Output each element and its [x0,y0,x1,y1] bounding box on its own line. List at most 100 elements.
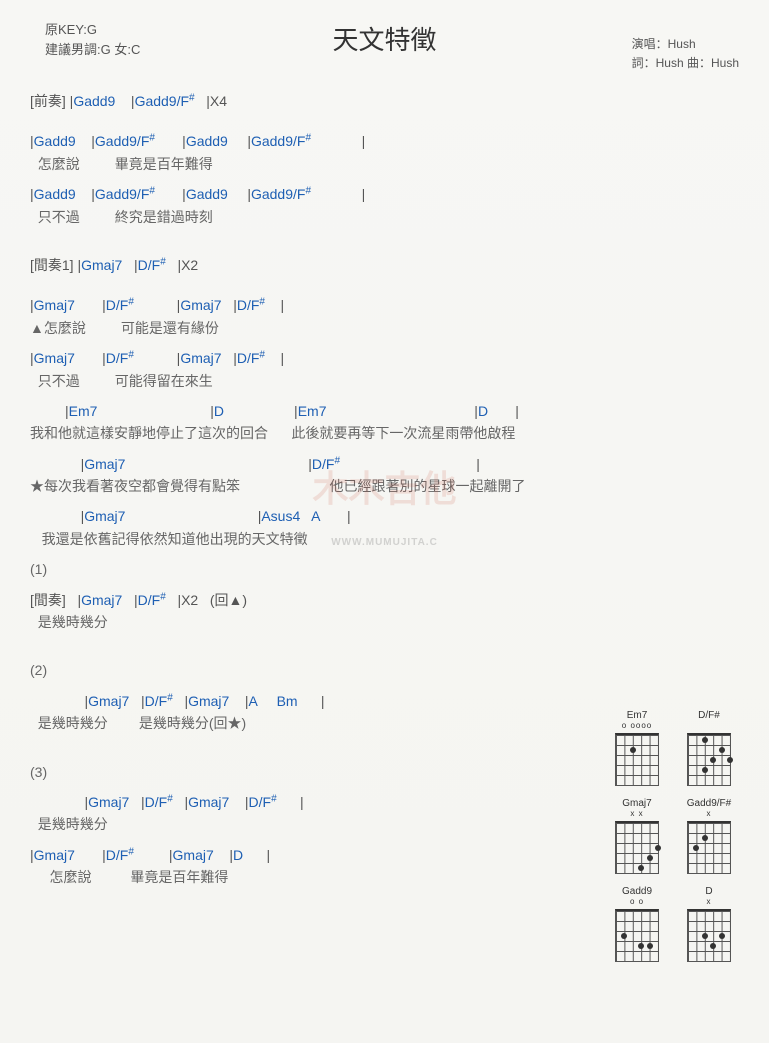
chord: Em7 [69,403,98,419]
spacer [30,276,739,294]
chord: D/F [249,794,272,810]
spacer-text [30,403,65,419]
spacer-text [173,794,185,810]
fret-dot [693,845,699,851]
chord: Gmaj7 [81,257,122,273]
original-key: 原KEY:G [45,20,140,40]
spacer-text [97,403,210,419]
chord-line: |Gmaj7 |D/F# |Gmaj7 |D/F# | [30,294,739,316]
spacer-text [173,693,185,709]
chord-diagram-name: D [679,886,739,897]
spacer [30,641,739,659]
spacer-text [134,350,177,366]
spacer-text [311,133,362,149]
chord: D [214,403,224,419]
chord-line: [間奏] |Gmaj7 |D/F# |X2 (回▲) [30,589,739,611]
spacer [30,236,739,254]
fretboard [687,821,731,874]
spacer-text [222,350,234,366]
spacer-text [326,403,474,419]
fret-dot [702,767,708,773]
spacer-text [155,186,182,202]
chord: D/F [106,297,129,313]
chord: Bm [277,693,298,709]
spacer-text [76,133,92,149]
chord: D/F [237,350,260,366]
chord-diagram: D/F# [679,710,739,786]
spacer-text [311,186,362,202]
spacer-text [75,350,102,366]
spacer-text [129,693,141,709]
spacer-text [30,508,81,524]
fret-dot [719,747,725,753]
chord-diagrams: Em7o ooooD/F# Gmaj7x x Gadd9/F# xGadd9o … [607,710,739,962]
chord-diagram: Gmaj7x x [607,798,667,874]
spacer-text [229,794,245,810]
barline: | [476,456,480,472]
fretboard [687,909,731,962]
lyric-line: 是幾時幾分 [30,611,739,633]
barline: | [281,350,285,366]
spacer-text [300,508,311,524]
chord-line: |Gmaj7 |D/F# |Gmaj7 |A Bm | [30,690,739,712]
fret-dot [647,943,653,949]
spacer-text [222,297,234,313]
chord: Gadd9 [186,133,228,149]
chord-open-marks: o o [607,897,667,907]
spacer-text [134,847,169,863]
chord-line: |Gadd9 |Gadd9/F# |Gadd9 |Gadd9/F# | [30,130,739,152]
credit-writer: 詞：Hush 曲：Hush [632,54,739,73]
chord: D/F [145,794,168,810]
barline: | [281,297,285,313]
fretboard [687,733,731,786]
chord-open-marks: x [679,809,739,819]
spacer-text [229,693,245,709]
chord-diagram-name: Em7 [607,710,667,721]
barline: | [362,186,366,202]
chord-line: |Gmaj7 |D/F# | [30,453,739,475]
chord: D/F [312,456,335,472]
fret-dot [638,865,644,871]
barline: | [347,508,351,524]
chord-diagram: Gadd9/F# x [679,798,739,874]
chord: Gadd9 [186,186,228,202]
spacer-text [265,297,281,313]
lyric-line: 我和他就這樣安靜地停止了這次的回合 此後就要再等下一次流星雨帶他啟程 [30,422,739,444]
spacer-text [214,847,230,863]
section-label: [間奏] [30,592,77,608]
chord-diagram: Em7o oooo [607,710,667,786]
fret-dot [621,933,627,939]
header: 原KEY:G 建議男調:G 女:C 天文特徵 演唱：Hush 詞：Hush 曲：… [30,20,739,90]
lyric-line: 怎麼說 畢竟是百年難得 [30,153,739,175]
spacer-text [340,456,476,472]
fret-dot [727,757,733,763]
fret-dot [647,855,653,861]
chord: Gadd9/F [251,186,305,202]
barline: | [300,794,304,810]
chord: D [233,847,243,863]
chord-diagram-name: Gmaj7 [607,798,667,809]
chord-diagram: Gadd9o o [607,886,667,962]
lyric-line: 只不過 可能得留在來生 [30,370,739,392]
spacer-text [115,93,131,109]
chord: Gmaj7 [188,693,229,709]
song-title: 天文特徵 [332,20,436,57]
chord-line: |Gmaj7 |Asus4 A | [30,505,739,527]
spacer-text [122,592,134,608]
fret-dot [638,943,644,949]
chord: Gmaj7 [84,456,125,472]
chord-diagram: D x [679,886,739,962]
spacer-text [166,257,178,273]
spacer-text [125,508,257,524]
chord: Gadd9/F [251,133,305,149]
spacer-text [298,693,321,709]
chord: Gadd9 [73,93,115,109]
chord: D/F [138,592,161,608]
credits: 演唱：Hush 詞：Hush 曲：Hush [632,35,739,73]
spacer-text [125,456,308,472]
section-label: [間奏1] [30,257,77,273]
spacer-text [228,133,247,149]
fretboard [615,821,659,874]
spacer-text [257,693,276,709]
lyric-line: 我還是依舊記得依然知道他出現的天文特徵 [30,528,739,550]
